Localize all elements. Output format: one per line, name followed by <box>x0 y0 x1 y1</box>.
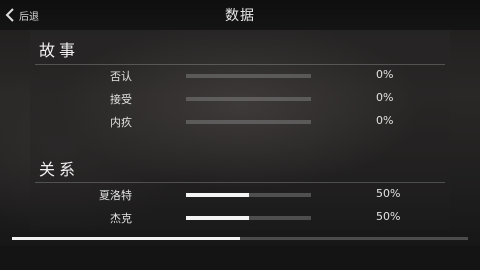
stat-row-jack: 杰克 50% <box>30 209 450 227</box>
section-divider <box>35 64 445 65</box>
stat-row-charlotte: 夏洛特 50% <box>30 186 450 204</box>
progress-track <box>186 74 311 78</box>
progress-fill <box>186 193 249 197</box>
stat-label: 内疚 <box>110 116 132 129</box>
stat-percent: 0% <box>376 114 394 127</box>
scrollbar-thumb[interactable] <box>12 237 240 240</box>
stat-label: 否认 <box>110 70 132 83</box>
stat-row-denial: 否认 0% <box>30 67 450 85</box>
section-title-story: 故事 <box>39 41 80 60</box>
stat-row-guilt: 内疚 0% <box>30 113 450 131</box>
progress-track <box>186 120 311 124</box>
horizontal-scrollbar[interactable] <box>12 237 468 240</box>
progress-track <box>186 216 311 220</box>
section-title-relationships: 关系 <box>39 160 80 179</box>
progress-track <box>186 193 311 197</box>
progress-fill <box>186 216 249 220</box>
stat-percent: 0% <box>376 68 394 81</box>
stat-percent: 50% <box>376 210 401 223</box>
stat-label: 接受 <box>110 93 132 106</box>
stats-panel: 故事 否认 0% 接受 0% 内疚 0% 关系 夏洛特 50% 杰克 50% <box>30 30 450 230</box>
page-title: 数据 <box>225 8 255 24</box>
stat-label: 夏洛特 <box>99 189 132 202</box>
bottom-bar <box>0 246 480 270</box>
section-divider <box>35 182 445 183</box>
stat-percent: 0% <box>376 91 394 104</box>
stat-percent: 50% <box>376 187 401 200</box>
stat-label: 杰克 <box>110 212 132 225</box>
progress-track <box>186 97 311 101</box>
top-bar: 后退 数据 <box>0 0 480 30</box>
stat-row-acceptance: 接受 0% <box>30 90 450 108</box>
